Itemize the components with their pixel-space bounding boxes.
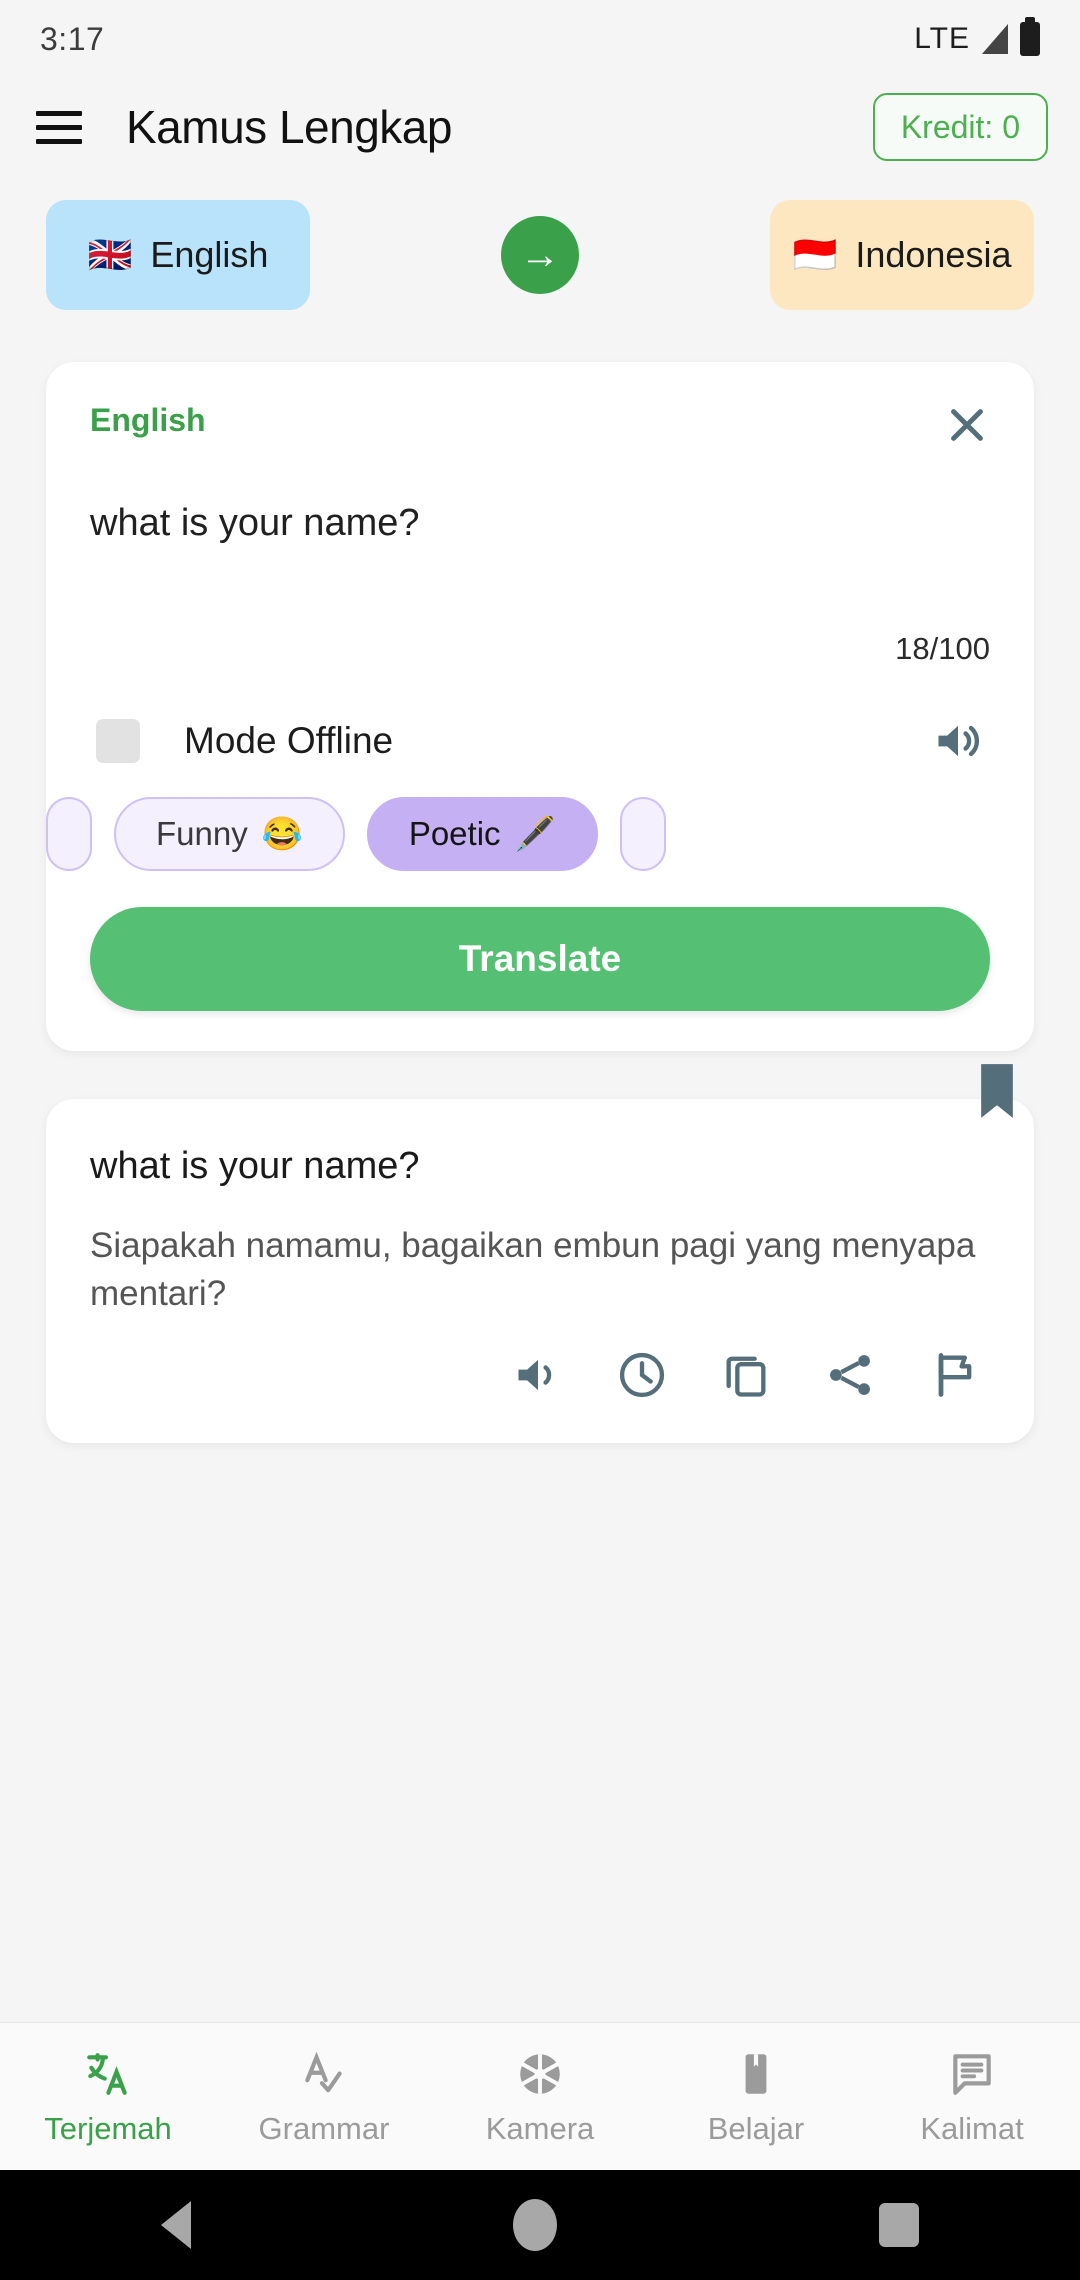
style-chip-partial-left[interactable] (46, 797, 92, 871)
page-title: Kamus Lengkap (126, 101, 452, 153)
character-counter: 18/100 (895, 631, 990, 666)
back-triangle-icon[interactable] (161, 2201, 191, 2249)
nav-label: Grammar (258, 2110, 390, 2146)
spellcheck-icon (297, 2047, 351, 2101)
input-language-label: English (90, 402, 206, 438)
speaker-icon[interactable] (512, 1349, 564, 1401)
clock-icon[interactable] (616, 1349, 668, 1401)
nav-item-belajar[interactable]: Belajar (648, 2047, 864, 2147)
swap-languages-button[interactable]: → (501, 216, 579, 294)
status-bar: 3:17 LTE (0, 0, 1080, 78)
network-type-label: LTE (914, 22, 970, 55)
result-section: what is your name? Siapakah namamu, baga… (46, 1064, 1034, 1443)
target-language-button[interactable]: 🇮🇩 Indonesia (770, 200, 1034, 310)
app-screen: 3:17 LTE Kamus Lengkap Kredit: 0 🇬🇧 Engl… (0, 0, 1080, 2280)
input-card-header: English (90, 402, 990, 448)
source-language-button[interactable]: 🇬🇧 English (46, 200, 310, 310)
style-chip-poetic[interactable]: Poetic 🖋️ (366, 797, 598, 871)
source-language-label: English (150, 234, 269, 275)
style-chip-label: Funny (156, 815, 248, 852)
offline-mode-checkbox[interactable] (96, 719, 140, 763)
nav-item-kalimat[interactable]: Kalimat (864, 2047, 1080, 2147)
style-chip-partial-right[interactable] (619, 797, 666, 871)
flag-icon[interactable] (928, 1349, 980, 1401)
language-selector-bar: 🇬🇧 English → 🇮🇩 Indonesia (0, 176, 1080, 310)
status-indicators: LTE (914, 17, 1040, 56)
translate-icon (81, 2047, 135, 2101)
app-header: Kamus Lengkap Kredit: 0 (0, 78, 1080, 176)
main-content: English what is your name? 18/100 Mode O… (0, 310, 1080, 2022)
arrow-right-icon: → (520, 233, 560, 277)
signal-bars-icon (982, 24, 1008, 54)
speaker-icon[interactable] (932, 715, 984, 767)
result-card: what is your name? Siapakah namamu, baga… (46, 1099, 1034, 1443)
chat-lines-icon (945, 2047, 999, 2101)
status-time: 3:17 (40, 20, 105, 57)
nav-item-kamera[interactable]: Kamera (432, 2047, 648, 2147)
offline-mode-label: Mode Offline (184, 720, 394, 761)
nav-label: Terjemah (44, 2110, 172, 2146)
target-language-label: Indonesia (855, 234, 1012, 275)
nav-label: Kamera (485, 2110, 595, 2146)
nav-label: Belajar (707, 2110, 805, 2146)
hamburger-menu-icon[interactable] (32, 100, 86, 154)
share-icon[interactable] (824, 1349, 876, 1401)
result-source-text: what is your name? (90, 1145, 420, 1187)
copy-icon[interactable] (720, 1349, 772, 1401)
style-chips-scroller[interactable]: Funny 😂 Poetic 🖋️ (46, 797, 1034, 871)
nav-label: Kalimat (920, 2110, 1024, 2146)
nav-item-terjemah[interactable]: Terjemah (0, 2047, 216, 2147)
result-translated-text: Siapakah namamu, bagaikan embun pagi yan… (90, 1226, 976, 1314)
camera-aperture-icon (513, 2047, 567, 2101)
bookmark-icon[interactable] (978, 1063, 1016, 1119)
battery-full-icon (1020, 17, 1040, 56)
offline-mode-row: Mode Offline (90, 715, 990, 767)
bottom-navigation: Terjemah Grammar Kamera Belajar Kalimat (0, 2022, 1080, 2170)
result-actions (90, 1319, 990, 1415)
swap-container: → (310, 216, 770, 294)
indonesia-flag-icon: 🇮🇩 (792, 234, 838, 275)
credit-button[interactable]: Kredit: 0 (872, 93, 1048, 161)
close-icon[interactable] (944, 402, 990, 448)
uk-flag-icon: 🇬🇧 (87, 234, 133, 275)
nav-item-grammar[interactable]: Grammar (216, 2047, 432, 2147)
laughing-emoji-icon: 😂 (261, 814, 303, 852)
source-text-input[interactable]: what is your name? (90, 502, 990, 545)
translate-button[interactable]: Translate (90, 907, 990, 1011)
home-circle-icon[interactable] (513, 2199, 557, 2251)
pen-emoji-icon: 🖋️ (514, 814, 556, 852)
style-chip-label: Poetic (408, 815, 501, 852)
recents-square-icon[interactable] (879, 2203, 919, 2247)
android-system-nav (0, 2170, 1080, 2280)
style-chip-funny[interactable]: Funny 😂 (114, 797, 345, 871)
input-card: English what is your name? 18/100 Mode O… (46, 362, 1034, 1051)
bookmark-icon (729, 2047, 783, 2101)
